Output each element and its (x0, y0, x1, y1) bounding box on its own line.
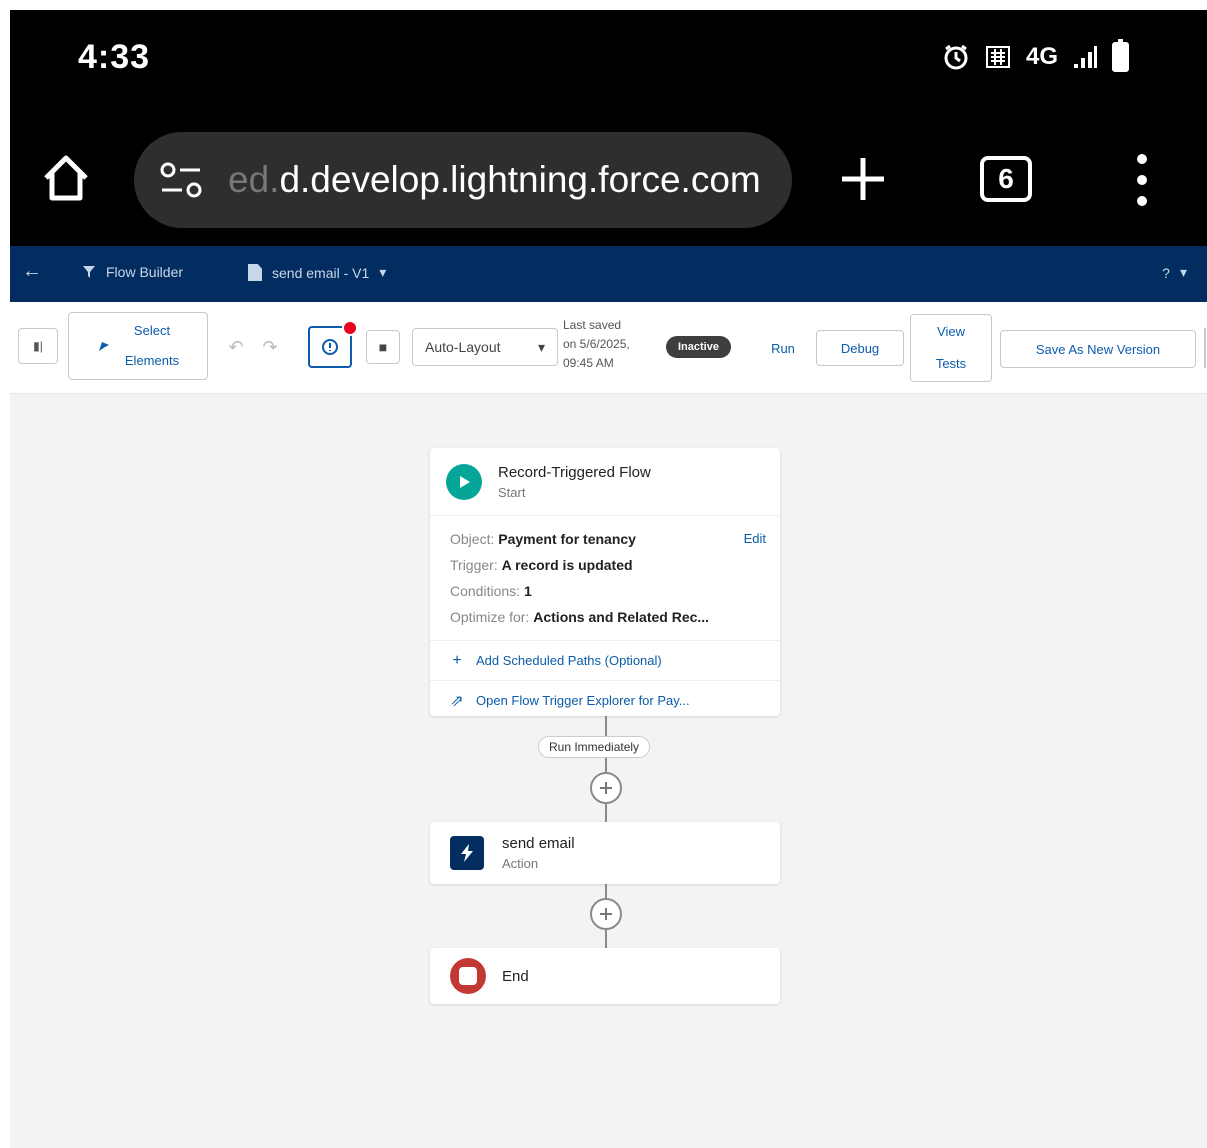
plus-icon (600, 782, 612, 794)
battery-icon (1112, 39, 1129, 72)
detail-row-object: Object: Payment for tenancy (450, 531, 636, 547)
chevron-down-icon: ▾ (1179, 264, 1187, 280)
edit-link[interactable]: Edit (744, 526, 766, 552)
layout-value: Auto-Layout (425, 339, 501, 355)
status-time: 4:33 (78, 38, 151, 76)
run-button[interactable]: Run (758, 330, 808, 366)
start-element[interactable]: Record-Triggered Flow Start Edit Object:… (430, 448, 780, 716)
status-bar: 4:33 4G (10, 10, 1207, 110)
url-host: d.develop.lightning.force.com (279, 159, 761, 200)
chevron-down-icon: ▾ (537, 338, 545, 355)
layout-select[interactable]: Auto-Layout ▾ (412, 328, 558, 366)
flow-name: send email - V1 (272, 264, 370, 281)
canvas-options-button[interactable]: ■ (366, 330, 400, 364)
alarm-icon (942, 43, 970, 71)
debug-button[interactable]: Debug (816, 330, 904, 366)
error-badge (342, 320, 358, 336)
home-icon (44, 155, 88, 201)
signal-icon (1072, 44, 1098, 70)
undo-icon[interactable]: ↶ (224, 332, 248, 362)
start-element-header[interactable]: Record-Triggered Flow Start (430, 448, 780, 516)
url-prefix: ed. (228, 159, 280, 200)
chevron-down-icon: ▾ (379, 264, 387, 280)
open-trigger-explorer-link[interactable]: ⇗ Open Flow Trigger Explorer for Pay... (430, 680, 780, 720)
external-link-icon: ⇗ (450, 692, 464, 710)
start-details: Edit Object: Payment for tenancy Trigger… (430, 516, 780, 630)
address-bar[interactable]: ed.d.develop.lightning.force.com (134, 132, 792, 228)
hd-voice-icon (984, 43, 1012, 71)
select-icon (98, 342, 109, 351)
tab-switcher-button[interactable]: 6 (980, 156, 1032, 202)
flow-toolbar: ▮| Select Elements ↶ ↷ ■ Auto-Layout ▾ L… (10, 302, 1207, 394)
add-element-button[interactable] (590, 772, 622, 804)
home-button[interactable] (38, 150, 94, 206)
redo-icon[interactable]: ↷ (258, 332, 282, 362)
back-arrow-icon[interactable]: ← (22, 260, 42, 283)
errors-button[interactable] (308, 320, 358, 368)
menu-icon[interactable] (1128, 154, 1156, 206)
select-elements-button[interactable]: Select Elements (68, 312, 208, 380)
new-tab-button[interactable] (836, 152, 890, 206)
path-label: Run Immediately (538, 736, 651, 758)
document-icon (248, 264, 262, 281)
status-icons: 4G (942, 39, 1129, 72)
start-element-title: Record-Triggered Flow (498, 463, 651, 481)
select-elements-line2: Elements (124, 353, 180, 368)
app-name: Flow Builder (106, 264, 184, 280)
play-icon (446, 463, 482, 500)
lightning-icon (450, 836, 484, 870)
action-element-title: send email (502, 835, 575, 852)
help-icon: ? (1162, 264, 1170, 281)
end-element[interactable]: End (430, 948, 780, 1004)
status-badge: Inactive (666, 336, 731, 358)
toolbar-overflow-edge (1204, 328, 1206, 368)
plus-icon (600, 908, 612, 920)
detail-row-trigger: Trigger: A record is updated (450, 557, 633, 573)
flow-version-selector[interactable]: send email - V1 ▾ (248, 264, 386, 281)
last-saved-text: Last saved on 5/6/2025, 09:45 AM (563, 318, 630, 370)
detail-row-optimize: Optimize for: Actions and Related Rec... (450, 609, 710, 625)
flow-builder-header: ← Flow Builder send email - V1 ▾ ? ▾ (10, 246, 1207, 302)
grid-icon: ■ (378, 339, 388, 355)
browser-toolbar: ed.d.develop.lightning.force.com 6 (10, 110, 1207, 246)
end-element-title: End (502, 967, 529, 985)
site-settings-icon[interactable] (158, 160, 204, 200)
add-scheduled-paths-link[interactable]: + Add Scheduled Paths (Optional) (430, 640, 780, 680)
view-tests-button[interactable]: View Tests (910, 314, 992, 382)
start-element-subtitle: Start (498, 484, 526, 500)
help-button[interactable]: ? ▾ (1162, 264, 1187, 281)
action-element[interactable]: send email Action (430, 822, 780, 884)
app-title: Flow Builder (82, 264, 183, 280)
network-type-label: 4G (1025, 43, 1058, 70)
action-element-subtitle: Action (502, 856, 539, 871)
connector-line (605, 716, 607, 822)
stop-icon (450, 958, 486, 994)
flow-icon (83, 266, 95, 278)
save-as-new-version-button[interactable]: Save As New Version (1000, 330, 1196, 368)
add-element-button[interactable] (590, 898, 622, 930)
phone-screen: 4:33 4G ed.d.develop.lightning.force.com… (0, 0, 1207, 1148)
plus-icon: + (452, 651, 462, 669)
plus-icon (842, 158, 884, 200)
warning-icon (322, 339, 338, 355)
flow-canvas[interactable]: Record-Triggered Flow Start Edit Object:… (10, 394, 1207, 1148)
url-text: ed.d.develop.lightning.force.com (228, 159, 761, 201)
select-elements-line1: Select (133, 323, 171, 338)
panel-toggle-icon: ▮| (33, 339, 43, 353)
toggle-panel-button[interactable]: ▮| (18, 328, 58, 364)
detail-row-conditions: Conditions: 1 (450, 583, 532, 599)
